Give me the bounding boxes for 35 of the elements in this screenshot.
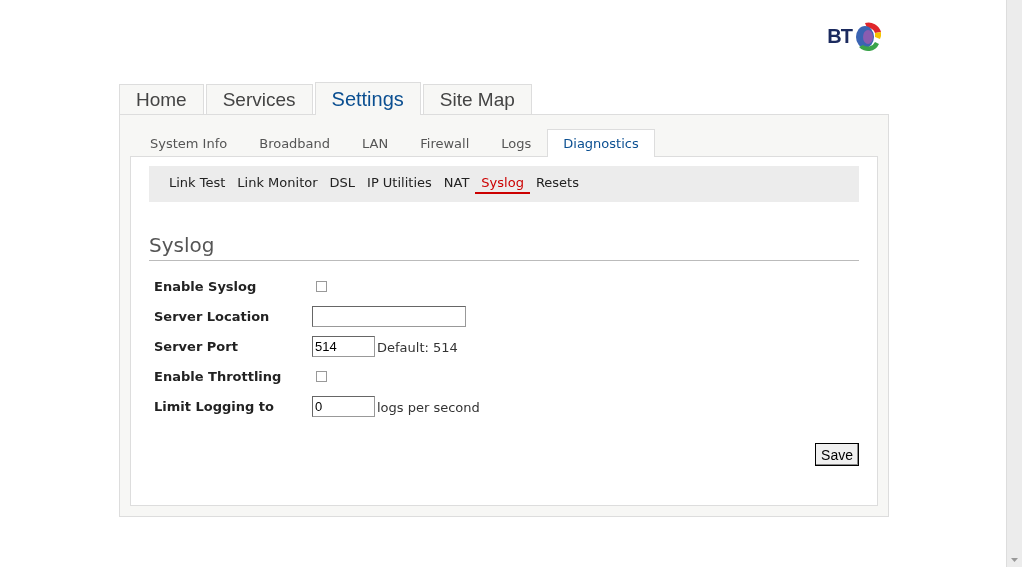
main-tab[interactable]: Settings	[314, 82, 421, 115]
main-tab[interactable]: Services	[205, 84, 313, 114]
sub-tab[interactable]: Firewall	[404, 129, 486, 156]
section-link[interactable]: Link Monitor	[231, 174, 324, 194]
logo-text: BT	[827, 24, 852, 48]
section-link[interactable]: Resets	[529, 174, 585, 194]
section-heading: Syslog	[149, 233, 859, 261]
scroll-down-icon[interactable]	[1011, 558, 1018, 562]
main-tab[interactable]: Site Map	[422, 84, 532, 114]
checkbox[interactable]	[316, 280, 327, 292]
field-label: Server Location	[154, 308, 271, 324]
save-button[interactable]: Save	[815, 443, 859, 466]
sub-tab[interactable]: LAN	[346, 129, 405, 156]
field-label: Limit Logging to	[154, 398, 275, 414]
checkbox[interactable]	[316, 370, 327, 382]
input-field[interactable]: 514	[312, 335, 375, 357]
globe-logo-icon	[853, 20, 883, 52]
input-field[interactable]	[312, 305, 466, 327]
section-link[interactable]: Syslog	[475, 174, 530, 194]
sub-tab[interactable]: System Info	[134, 129, 244, 156]
scrollbar[interactable]	[1006, 0, 1022, 567]
sub-tab[interactable]: Diagnostics	[547, 129, 655, 157]
field-hint: logs per second	[377, 400, 480, 415]
field-label: Enable Syslog	[154, 278, 258, 294]
input-field[interactable]: 0	[312, 395, 375, 417]
field-label: Enable Throttling	[154, 368, 283, 384]
main-tab[interactable]: Home	[119, 84, 204, 114]
section-link[interactable]: IP Utilities	[361, 174, 438, 194]
section-link[interactable]: NAT	[437, 174, 476, 194]
section-link[interactable]: DSL	[323, 174, 362, 194]
section-link[interactable]: Link Test	[163, 174, 232, 194]
sub-tab[interactable]: Logs	[485, 129, 548, 156]
field-label: Server Port	[154, 338, 239, 354]
sub-tab[interactable]: Broadband	[243, 129, 347, 156]
field-hint: Default: 514	[377, 340, 458, 355]
